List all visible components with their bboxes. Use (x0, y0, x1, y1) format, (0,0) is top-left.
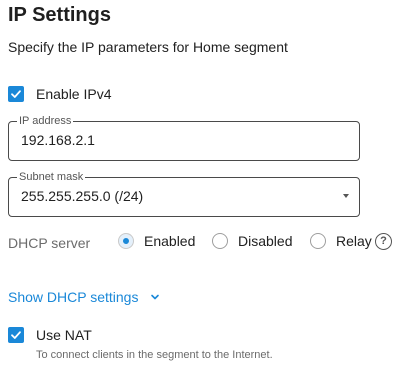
dhcp-option-relay[interactable]: Relay (310, 233, 372, 249)
dhcp-option-disabled[interactable]: Disabled (212, 233, 292, 249)
enable-ipv4-checkbox[interactable] (8, 86, 24, 102)
dhcp-enabled-radio[interactable] (118, 233, 134, 249)
page-title: IP Settings (8, 4, 111, 26)
dhcp-server-label: DHCP server (8, 235, 91, 251)
ip-address-field[interactable]: IP address 192.168.2.1 (8, 114, 360, 161)
dhcp-relay-label: Relay (336, 233, 372, 249)
enable-ipv4-row[interactable]: Enable IPv4 (8, 86, 112, 102)
dhcp-disabled-radio[interactable] (212, 233, 228, 249)
use-nat-hint: To connect clients in the segment to the… (36, 349, 273, 361)
ip-address-legend: IP address (17, 114, 74, 128)
dhcp-enabled-label: Enabled (144, 233, 196, 249)
ip-address-value[interactable]: 192.168.2.1 (21, 132, 95, 148)
dhcp-option-enabled[interactable]: Enabled (118, 233, 195, 249)
use-nat-row[interactable]: Use NAT (8, 327, 92, 343)
checkmark-icon (11, 331, 21, 339)
help-icon[interactable]: ? (375, 233, 392, 250)
subnet-mask-value: 255.255.255.0 (/24) (21, 188, 144, 204)
radio-dot-icon (123, 238, 129, 244)
enable-ipv4-label: Enable IPv4 (36, 86, 112, 102)
subnet-mask-select[interactable]: Subnet mask 255.255.255.0 (/24) (8, 170, 360, 217)
dropdown-arrow-icon[interactable] (343, 194, 349, 198)
use-nat-checkbox[interactable] (8, 327, 24, 343)
use-nat-label: Use NAT (36, 327, 92, 343)
chevron-down-icon (151, 294, 160, 300)
show-dhcp-settings-label: Show DHCP settings (8, 289, 139, 305)
dhcp-relay-radio[interactable] (310, 233, 326, 249)
dhcp-disabled-label: Disabled (238, 233, 293, 249)
checkmark-icon (11, 90, 21, 98)
show-dhcp-settings-link[interactable]: Show DHCP settings (8, 289, 160, 305)
page-subtitle: Specify the IP parameters for Home segme… (8, 39, 288, 55)
subnet-mask-legend: Subnet mask (17, 170, 86, 184)
